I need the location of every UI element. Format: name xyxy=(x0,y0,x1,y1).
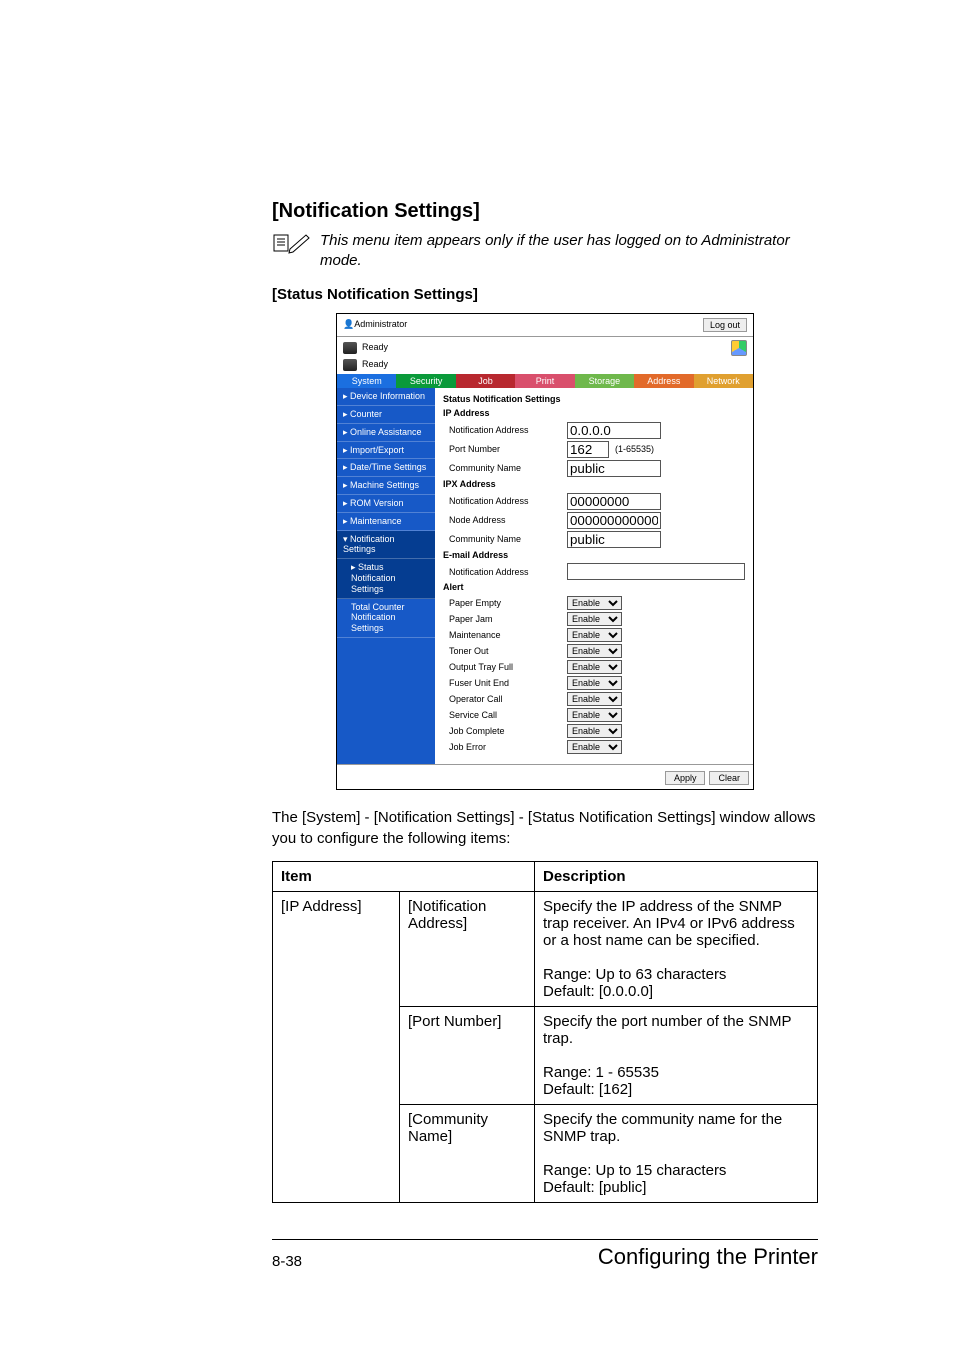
tab-address[interactable]: Address xyxy=(634,374,693,389)
port-range: (1-65535) xyxy=(615,444,654,455)
cell-desc: Specify the port number of the SNMP trap… xyxy=(535,1006,818,1104)
notif-addr-label: Notification Address xyxy=(443,425,567,436)
tab-security[interactable]: Security xyxy=(396,374,455,389)
printer-icon xyxy=(343,342,357,354)
page-footer: 8-38 Configuring the Printer xyxy=(272,1239,818,1270)
email-notif-input[interactable] xyxy=(567,563,745,580)
community-input[interactable] xyxy=(567,460,661,477)
alert-sel-8[interactable]: Enable xyxy=(567,724,622,738)
alert-label: Output Tray Full xyxy=(443,662,567,673)
apply-button[interactable]: Apply xyxy=(665,771,706,785)
ready-label-1: Ready xyxy=(362,342,388,353)
port-input[interactable] xyxy=(567,441,609,458)
note-block: This menu item appears only if the user … xyxy=(272,231,818,272)
email-notif-label: Notification Address xyxy=(443,567,567,578)
ip-address-heading: IP Address xyxy=(443,408,745,419)
admin-label: Administrator xyxy=(354,319,703,330)
screenshot-panel: 👤 Administrator Log out Ready Ready Syst… xyxy=(336,313,754,791)
clear-button[interactable]: Clear xyxy=(709,771,749,785)
alert-label: Paper Jam xyxy=(443,614,567,625)
sidebar-item-total-counter[interactable]: Total Counter Notification Settings xyxy=(337,599,435,638)
node-input[interactable] xyxy=(567,512,661,529)
refresh-icon[interactable] xyxy=(731,340,747,356)
subheading: [Status Notification Settings] xyxy=(272,286,818,303)
alert-sel-5[interactable]: Enable xyxy=(567,676,622,690)
th-item: Item xyxy=(273,861,535,891)
footer-title: Configuring the Printer xyxy=(598,1244,818,1270)
cell-port: [Port Number] xyxy=(400,1006,535,1104)
cell-community: [Community Name] xyxy=(400,1104,535,1202)
alert-label: Job Error xyxy=(443,742,567,753)
sidebar: ▸ Device Information ▸ Counter ▸ Online … xyxy=(337,388,435,764)
alert-sel-1[interactable]: Enable xyxy=(567,612,622,626)
alert-label: Service Call xyxy=(443,710,567,721)
tab-storage[interactable]: Storage xyxy=(575,374,634,389)
alert-sel-3[interactable]: Enable xyxy=(567,644,622,658)
alert-sel-2[interactable]: Enable xyxy=(567,628,622,642)
cell-desc: Specify the community name for the SNMP … xyxy=(535,1104,818,1202)
ipx-notif-label: Notification Address xyxy=(443,496,567,507)
alert-sel-6[interactable]: Enable xyxy=(567,692,622,706)
cell-ip: [IP Address] xyxy=(273,891,400,1202)
tab-network[interactable]: Network xyxy=(694,374,753,389)
sidebar-item-online[interactable]: ▸ Online Assistance xyxy=(337,424,435,442)
notif-addr-input[interactable] xyxy=(567,422,661,439)
sidebar-item-notification[interactable]: ▾ Notification Settings xyxy=(337,531,435,560)
description-paragraph: The [System] - [Notification Settings] -… xyxy=(272,808,818,849)
sidebar-item-machine[interactable]: ▸ Machine Settings xyxy=(337,477,435,495)
logout-button[interactable]: Log out xyxy=(703,318,747,332)
sidebar-item-maintenance[interactable]: ▸ Maintenance xyxy=(337,513,435,531)
cell-desc: Specify the IP address of the SNMP trap … xyxy=(535,891,818,1006)
ipx-community-input[interactable] xyxy=(567,531,661,548)
tab-print[interactable]: Print xyxy=(515,374,574,389)
ipx-notif-input[interactable] xyxy=(567,493,661,510)
pane-title: Status Notification Settings xyxy=(443,394,745,405)
tab-job[interactable]: Job xyxy=(456,374,515,389)
sidebar-item-counter[interactable]: ▸ Counter xyxy=(337,406,435,424)
alert-label: Maintenance xyxy=(443,630,567,641)
sidebar-item-import[interactable]: ▸ Import/Export xyxy=(337,442,435,460)
alert-label: Paper Empty xyxy=(443,598,567,609)
alert-sel-4[interactable]: Enable xyxy=(567,660,622,674)
ipx-community-label: Community Name xyxy=(443,534,567,545)
ipx-heading: IPX Address xyxy=(443,479,745,490)
note-pencil-icon xyxy=(272,231,302,260)
port-label: Port Number xyxy=(443,444,567,455)
sidebar-item-status-notif[interactable]: ▸ Status Notification Settings xyxy=(337,559,435,598)
alert-label: Fuser Unit End xyxy=(443,678,567,689)
tab-system[interactable]: System xyxy=(337,374,396,389)
cell-notif-addr: [Notification Address] xyxy=(400,891,535,1006)
alert-sel-9[interactable]: Enable xyxy=(567,740,622,754)
user-icon: 👤 xyxy=(343,319,354,330)
th-description: Description xyxy=(535,861,818,891)
settings-table: Item Description [IP Address] [Notificat… xyxy=(272,861,818,1203)
page-number: 8-38 xyxy=(272,1253,302,1270)
printer-icon xyxy=(343,359,357,371)
email-heading: E-mail Address xyxy=(443,550,745,561)
settings-pane: Status Notification Settings IP Address … xyxy=(435,388,753,764)
alert-heading: Alert xyxy=(443,582,745,593)
community-label: Community Name xyxy=(443,463,567,474)
sidebar-item-date[interactable]: ▸ Date/Time Settings xyxy=(337,459,435,477)
alert-sel-0[interactable]: Enable xyxy=(567,596,622,610)
alert-sel-7[interactable]: Enable xyxy=(567,708,622,722)
note-text: This menu item appears only if the user … xyxy=(302,231,818,272)
page-heading: [Notification Settings] xyxy=(272,200,818,223)
ready-label-2: Ready xyxy=(362,359,388,370)
sidebar-item-rom[interactable]: ▸ ROM Version xyxy=(337,495,435,513)
node-label: Node Address xyxy=(443,515,567,526)
sidebar-item-device[interactable]: ▸ Device Information xyxy=(337,388,435,406)
tab-bar: System Security Job Print Storage Addres… xyxy=(337,374,753,389)
alert-label: Toner Out xyxy=(443,646,567,657)
alert-label: Job Complete xyxy=(443,726,567,737)
alert-label: Operator Call xyxy=(443,694,567,705)
